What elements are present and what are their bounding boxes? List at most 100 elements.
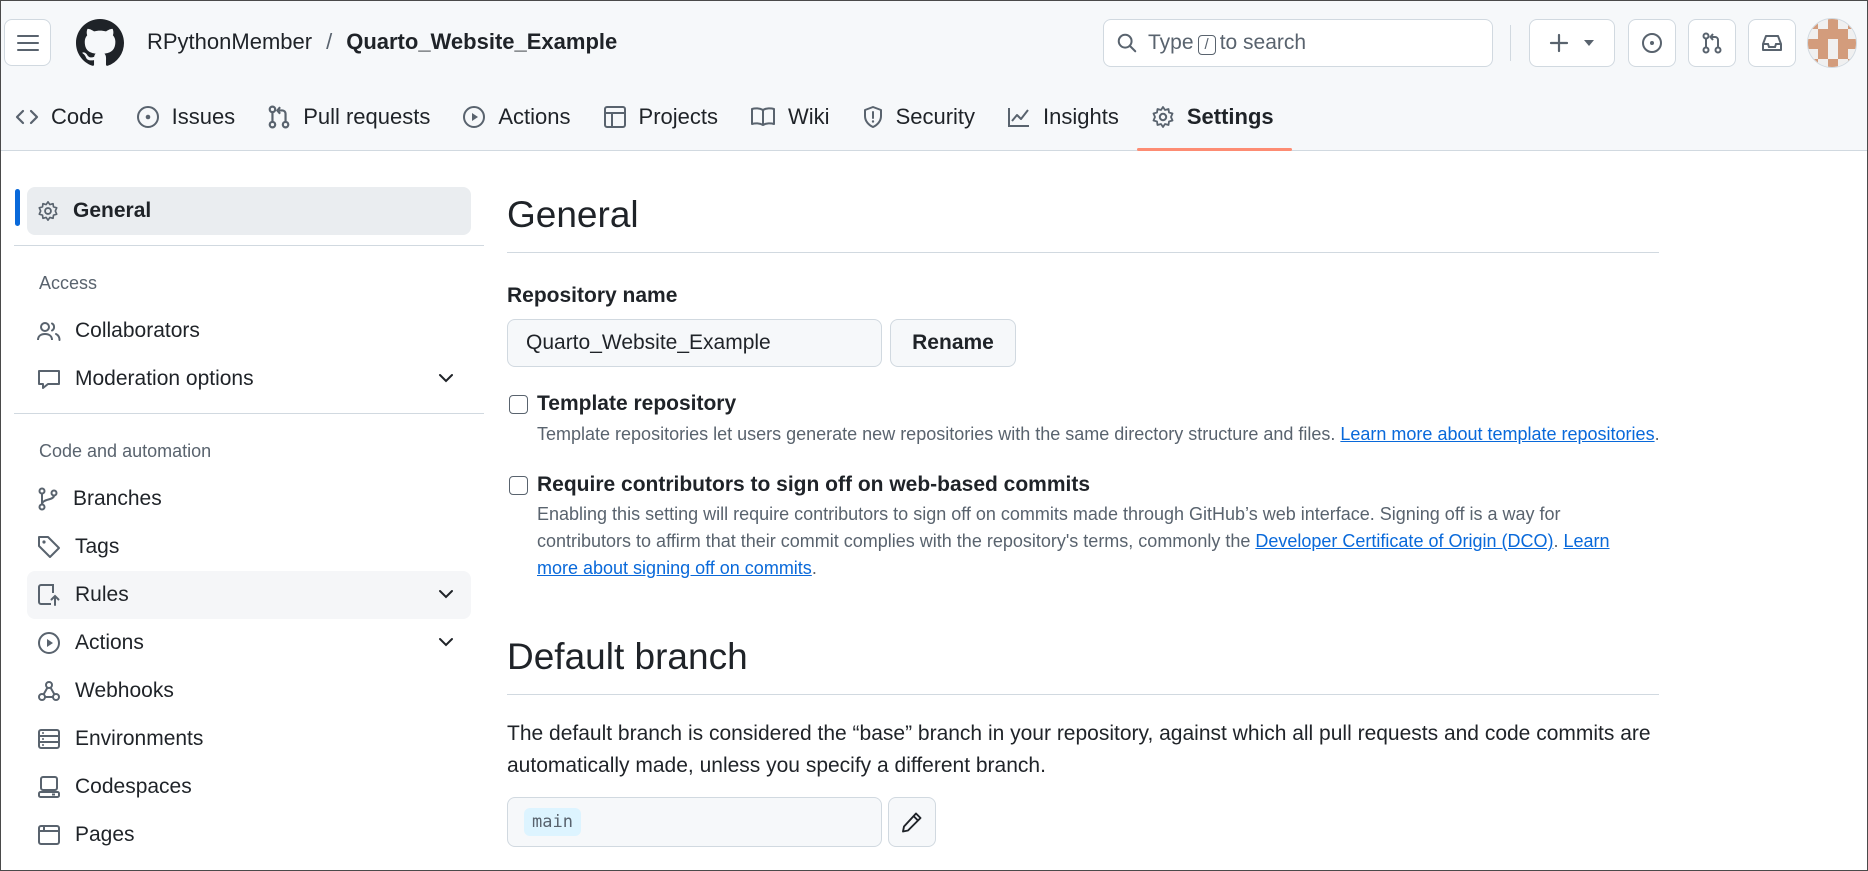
tab-label: Security [895, 104, 976, 129]
repo-push-icon [38, 584, 60, 606]
code-icon [15, 109, 39, 125]
server-icon [38, 729, 60, 749]
inbox-button[interactable] [1748, 19, 1796, 67]
codespaces-icon [38, 776, 60, 798]
template-desc-text: Template repositories let users generate… [537, 424, 1336, 444]
repo-name-input[interactable]: Quarto_Website_Example [507, 319, 882, 367]
tab-label: Projects [638, 104, 719, 129]
tab-settings[interactable]: Settings [1136, 93, 1292, 151]
template-repository-label[interactable]: Template repository [537, 392, 736, 416]
hamburger-icon [16, 34, 39, 51]
repo-name-label: Repository name [507, 284, 678, 307]
sidebar-item-label: Collaborators [75, 319, 200, 342]
tab-label: Issues [171, 104, 236, 129]
table-icon [603, 106, 626, 128]
signoff-desc-line1: Enabling this setting will require contr… [537, 504, 1561, 524]
signoff-label[interactable]: Require contributors to sign off on web-… [537, 473, 1090, 497]
sidebar-item-label: Rules [75, 583, 129, 606]
sidebar-item-pages[interactable]: Pages [27, 811, 471, 859]
chevron-down-icon [439, 638, 453, 647]
dco-link[interactable]: Developer Certificate of Origin (DCO) [1255, 531, 1553, 551]
play-icon [463, 106, 486, 128]
default-branch-description: The default branch is considered the “ba… [507, 718, 1659, 782]
repo-owner-link[interactable]: RPythonMember [147, 29, 312, 55]
issue-opened-icon [1642, 33, 1662, 53]
sidebar-item-general[interactable]: General [27, 187, 471, 235]
tag-icon [38, 536, 60, 558]
tab-issues[interactable]: Issues [122, 93, 254, 141]
sidebar-item-branches[interactable]: Branches [27, 475, 471, 523]
git-branch-icon [38, 487, 58, 511]
sidebar-item-codespaces[interactable]: Codespaces [27, 763, 471, 811]
sidebar-item-label: Actions [75, 631, 144, 654]
sidebar-item-label: Tags [75, 535, 120, 558]
tab-insights[interactable]: Insights [993, 93, 1137, 141]
issue-opened-icon [136, 106, 159, 128]
sidebar-item-rules[interactable]: Rules [27, 571, 471, 619]
tab-pull-requests[interactable]: Pull requests [253, 93, 448, 141]
search-input[interactable]: Type / to search [1103, 19, 1493, 67]
period: . [811, 558, 817, 578]
settings-main: General Repository name Quarto_Website_E… [507, 152, 1660, 871]
default-branch-field: main [507, 797, 882, 847]
tab-security[interactable]: Security [848, 93, 993, 141]
rename-button[interactable]: Rename [890, 319, 1016, 367]
signoff-desc-line2: contributors to affirm that their commit… [537, 531, 1251, 551]
sidebar-item-label: Pages [75, 823, 135, 846]
active-indicator [15, 189, 20, 226]
edit-default-branch-button[interactable] [888, 797, 936, 847]
github-logo-icon[interactable] [76, 19, 124, 67]
user-avatar[interactable] [1807, 18, 1857, 68]
signoff-learn-more-link-part2[interactable]: more about signing off on commits [537, 558, 812, 578]
chevron-down-icon [439, 374, 453, 383]
pull-requests-button[interactable] [1688, 19, 1736, 67]
sidebar-item-tags[interactable]: Tags [27, 523, 471, 571]
header-divider [1510, 25, 1511, 61]
breadcrumb: RPythonMember / Quarto_Website_Example [147, 29, 617, 55]
menu-button[interactable] [4, 19, 51, 66]
tab-projects[interactable]: Projects [589, 93, 736, 141]
tab-label: Insights [1043, 104, 1119, 129]
template-repository-checkbox[interactable] [509, 395, 528, 414]
default-branch-desc-line1: The default branch is considered the “ba… [507, 722, 1651, 745]
repo-name-link[interactable]: Quarto_Website_Example [346, 29, 617, 55]
section-divider [507, 694, 1659, 695]
signoff-learn-more-link-part1[interactable]: Learn [1564, 531, 1610, 551]
sidebar-item-collaborators[interactable]: Collaborators [27, 307, 471, 355]
sidebar-item-moderation[interactable]: Moderation options [27, 355, 471, 403]
template-learn-more-link[interactable]: Learn more about template repositories [1340, 424, 1654, 444]
sidebar-item-label: Codespaces [75, 775, 192, 798]
tab-wiki[interactable]: Wiki [736, 93, 848, 141]
report-icon [38, 370, 60, 389]
branch-name-chip: main [524, 808, 581, 836]
default-branch-desc-line2: automatically made, unless you specify a… [507, 754, 1046, 777]
tab-label: Actions [498, 104, 571, 129]
sidebar-item-environments[interactable]: Environments [27, 715, 471, 763]
tab-code[interactable]: Code [1, 93, 122, 141]
page-title: General [507, 194, 639, 235]
sidebar-item-webhooks[interactable]: Webhooks [27, 667, 471, 715]
settings-sidebar: General Access Collaborators Moderation … [1, 152, 486, 871]
book-icon [751, 107, 776, 126]
create-new-button[interactable] [1529, 19, 1615, 67]
people-icon [37, 322, 61, 341]
tab-label: Wiki [788, 104, 830, 129]
repo-tabs: Code Issues Pull requests Actions Projec… [1, 93, 1292, 151]
triangle-down-icon [1584, 40, 1594, 46]
template-repository-description: Template repositories let users generate… [537, 421, 1667, 448]
browser-icon [38, 825, 60, 845]
plus-icon [1549, 33, 1569, 53]
tab-actions[interactable]: Actions [448, 93, 588, 141]
inbox-icon [1762, 35, 1782, 51]
sidebar-item-actions[interactable]: Actions [27, 619, 471, 667]
sidebar-divider [14, 245, 484, 246]
issues-button[interactable] [1628, 19, 1676, 67]
sidebar-divider [14, 413, 484, 414]
period: . [1654, 424, 1660, 444]
sidebar-heading-code-automation: Code and automation [39, 441, 212, 461]
git-pull-request-icon [268, 105, 290, 129]
shield-icon [863, 106, 882, 128]
play-icon [38, 632, 60, 654]
signoff-checkbox[interactable] [509, 476, 528, 495]
graph-icon [1008, 108, 1030, 127]
